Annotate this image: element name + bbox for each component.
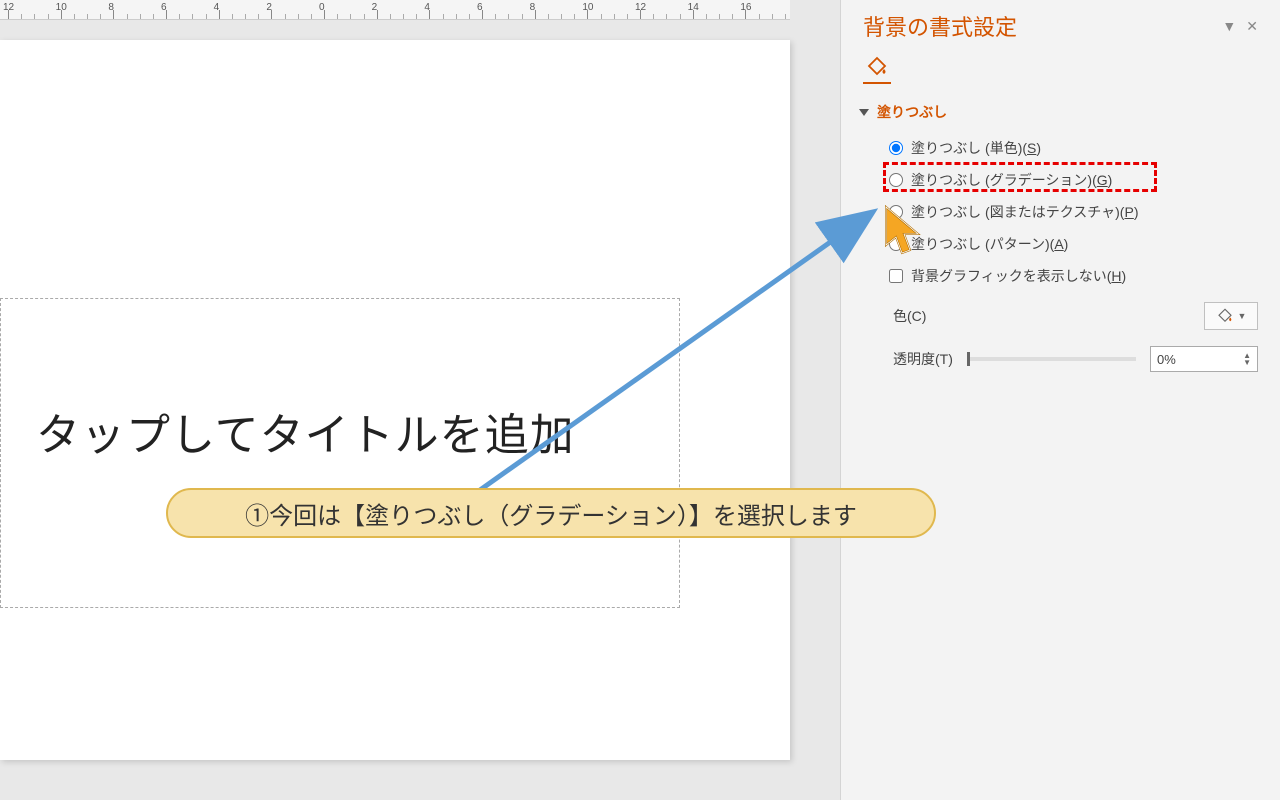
hide-bg-graphics-input[interactable] bbox=[889, 269, 903, 283]
hide-bg-graphics-checkbox[interactable]: 背景グラフィックを表示しない(H) bbox=[889, 260, 1258, 292]
color-picker-button[interactable]: ▼ bbox=[1204, 302, 1258, 330]
fill-section-label: 塗りつぶし bbox=[877, 102, 947, 122]
slide-editor-area: 121086420246810121416 タップしてタイトルを追加 bbox=[0, 0, 830, 800]
paint-bucket-icon bbox=[1216, 307, 1234, 325]
horizontal-ruler: 121086420246810121416 bbox=[0, 0, 790, 20]
fill-solid-radio[interactable]: 塗りつぶし (単色)(S) bbox=[889, 132, 1258, 164]
transparency-spinner[interactable]: 0% ▲ ▼ bbox=[1150, 346, 1258, 372]
fill-pattern-radio[interactable]: 塗りつぶし (パターン)(A) bbox=[889, 228, 1258, 260]
fill-solid-input[interactable] bbox=[889, 141, 903, 155]
callout-text: ①今回は【塗りつぶし（グラデーション）】を選択します bbox=[245, 496, 857, 531]
fill-gradient-radio[interactable]: 塗りつぶし (グラデーション)(G) bbox=[889, 164, 1258, 196]
title-placeholder-text: タップしてタイトルを追加 bbox=[36, 399, 575, 463]
panel-close-icon[interactable]: ✕ bbox=[1246, 18, 1258, 35]
dropdown-caret-icon: ▼ bbox=[1238, 311, 1247, 321]
fill-picture-input[interactable] bbox=[889, 205, 903, 219]
spinner-down-icon[interactable]: ▼ bbox=[1243, 359, 1251, 366]
fill-gradient-input[interactable] bbox=[889, 173, 903, 187]
collapse-triangle-icon bbox=[859, 109, 869, 116]
fill-picture-radio[interactable]: 塗りつぶし (図またはテクスチャ)(P) bbox=[889, 196, 1258, 228]
transparency-slider[interactable] bbox=[967, 357, 1136, 361]
panel-menu-icon[interactable]: ▼ bbox=[1222, 18, 1236, 35]
transparency-value: 0% bbox=[1157, 352, 1176, 367]
panel-title: 背景の書式設定 bbox=[863, 10, 1017, 42]
instruction-callout: ①今回は【塗りつぶし（グラデーション）】を選択します bbox=[166, 488, 936, 538]
fill-section-header[interactable]: 塗りつぶし bbox=[841, 96, 1280, 132]
transparency-label: 透明度(T) bbox=[893, 349, 953, 369]
slide-canvas[interactable]: タップしてタイトルを追加 bbox=[0, 40, 790, 760]
title-placeholder[interactable]: タップしてタイトルを追加 bbox=[0, 298, 680, 608]
format-background-panel: 背景の書式設定 ▼ ✕ 塗りつぶし 塗りつぶし (単色)(S) 塗りつぶし (グ… bbox=[840, 0, 1280, 800]
fill-pattern-input[interactable] bbox=[889, 237, 903, 251]
color-label: 色(C) bbox=[893, 306, 926, 326]
fill-tab-icon[interactable] bbox=[863, 56, 891, 84]
